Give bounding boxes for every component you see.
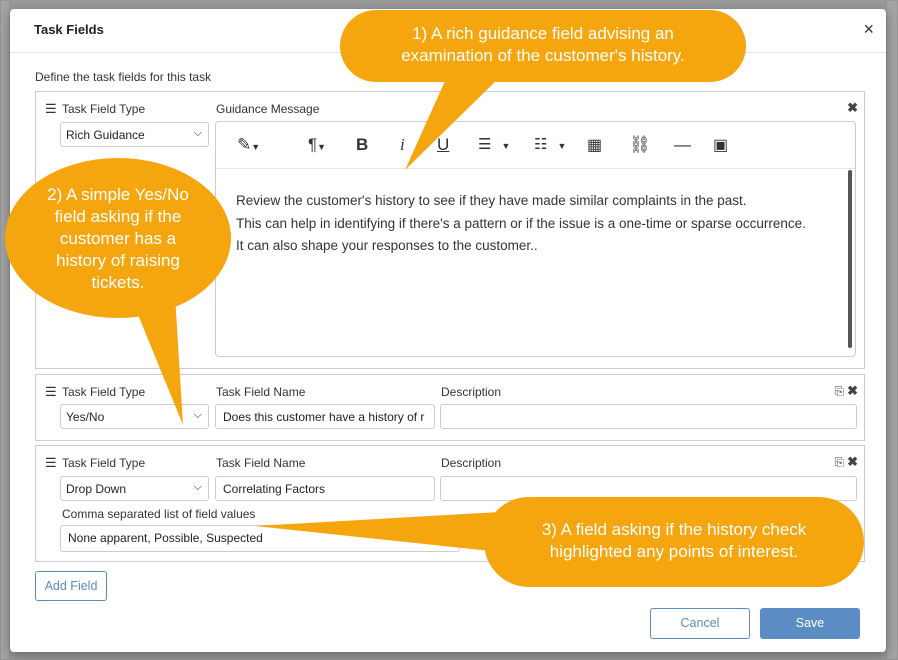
drag-handle-icon[interactable]: ☰ [45, 102, 57, 115]
backdrop-panel [886, 0, 898, 660]
callout-line: customer has a [59, 229, 177, 248]
pen-style-icon[interactable]: ✎▼ [237, 135, 260, 155]
drag-handle-icon[interactable]: ☰ [45, 385, 57, 398]
close-icon[interactable]: × [863, 19, 874, 39]
backdrop-panel [0, 0, 10, 660]
chevron-down-icon: ⌵ [193, 481, 202, 493]
task-field-type-label: Task Field Type [62, 385, 146, 399]
editor-line: It can also shape your responses to the … [236, 238, 538, 253]
drag-handle-icon[interactable]: ☰ [45, 456, 57, 469]
guidance-message-label: Guidance Message [216, 102, 320, 116]
define-fields-label: Define the task fields for this task [35, 70, 212, 84]
card-actions: ⎘ ✖ [831, 454, 858, 470]
image-icon[interactable]: ▣ [713, 135, 728, 155]
bullet-list-icon[interactable]: ☷ ▼ [534, 135, 566, 153]
editor-content[interactable]: Review the customer's history to see if … [236, 190, 806, 258]
link-icon[interactable]: ⛓ [629, 135, 651, 155]
task-field-name-label: Task Field Name [216, 456, 306, 470]
chevron-down-icon: ⌵ [193, 409, 202, 421]
callout-line: field asking if the [54, 207, 182, 226]
callout-2: 2) A simple Yes/No field asking if the c… [15, 184, 221, 294]
callout-line: 2) A simple Yes/No [47, 185, 189, 204]
cancel-button[interactable]: Cancel [650, 608, 750, 639]
callout-line: 3) A field asking if the history check [541, 520, 807, 539]
card-actions: ⎘ ✖ [831, 383, 858, 399]
task-field-type-label: Task Field Type [62, 456, 146, 470]
underline-icon[interactable]: U [437, 135, 449, 155]
remove-field-icon[interactable]: ✖ [847, 454, 858, 469]
task-field-name-label: Task Field Name [216, 385, 306, 399]
task-field-name-input[interactable]: Correlating Factors [215, 476, 435, 501]
rich-text-editor[interactable]: ✎▼ ¶▼ B i U ☰ ▼ ☷ ▼ ▦ ⛓ — ▣ Review the cus… [215, 121, 856, 357]
table-icon[interactable]: ▦ [587, 135, 602, 155]
description-label: Description [441, 385, 502, 399]
editor-toolbar: ✎▼ ¶▼ B i U ☰ ▼ ☷ ▼ ▦ ⛓ — ▣ [216, 122, 855, 169]
remove-field-icon[interactable]: ✖ [847, 383, 858, 398]
select-value: Drop Down [66, 482, 127, 496]
save-button[interactable]: Save [760, 608, 860, 639]
description-label: Description [441, 456, 502, 470]
task-field-type-select[interactable]: Yes/No ⌵ [60, 404, 209, 429]
remove-field-icon[interactable]: ✖ [847, 100, 858, 115]
callout-line: history of raising [56, 251, 180, 270]
callout-line: tickets. [91, 273, 145, 292]
horizontal-rule-icon[interactable]: — [674, 135, 691, 155]
paragraph-icon[interactable]: ¶▼ [308, 135, 326, 155]
callout-line: examination of the customer's history. [401, 46, 685, 65]
select-value: Rich Guidance [66, 128, 145, 142]
add-field-button[interactable]: Add Field [35, 571, 107, 601]
field-values-input[interactable]: None apparent, Possible, Suspected [60, 525, 460, 552]
ordered-list-icon[interactable]: ☰ ▼ [478, 135, 510, 153]
callout-3: 3) A field asking if the history check h… [484, 519, 864, 563]
description-input[interactable] [440, 476, 857, 501]
bold-icon[interactable]: B [356, 135, 368, 155]
editor-line: This can help in identifying if there's … [236, 215, 806, 231]
field-values-label: Comma separated list of field values [62, 507, 256, 521]
callout-line: highlighted any points of interest. [549, 542, 799, 561]
select-value: Yes/No [66, 410, 105, 424]
chevron-down-icon: ⌵ [193, 127, 202, 139]
editor-line: Review the customer's history to see if … [236, 193, 747, 208]
callout-line: 1) A rich guidance field advising an [412, 24, 674, 43]
copy-field-icon[interactable]: ⎘ [834, 455, 844, 469]
callout-1: 1) A rich guidance field advising an exa… [340, 23, 746, 67]
task-field-name-input[interactable]: Does this customer have a history of r [215, 404, 435, 429]
italic-icon[interactable]: i [400, 135, 405, 155]
modal-title: Task Fields [34, 22, 104, 37]
task-field-type-label: Task Field Type [62, 102, 146, 116]
editor-scrollbar[interactable] [848, 170, 852, 348]
copy-field-icon[interactable]: ⎘ [834, 384, 844, 398]
description-input[interactable] [440, 404, 857, 429]
task-field-type-select[interactable]: Drop Down ⌵ [60, 476, 209, 501]
task-field-type-select[interactable]: Rich Guidance ⌵ [60, 122, 209, 147]
card-actions: ✖ [844, 100, 858, 116]
task-field-card-yesno: ☰ Task Field Type Yes/No ⌵ Task Field Na… [35, 374, 865, 441]
